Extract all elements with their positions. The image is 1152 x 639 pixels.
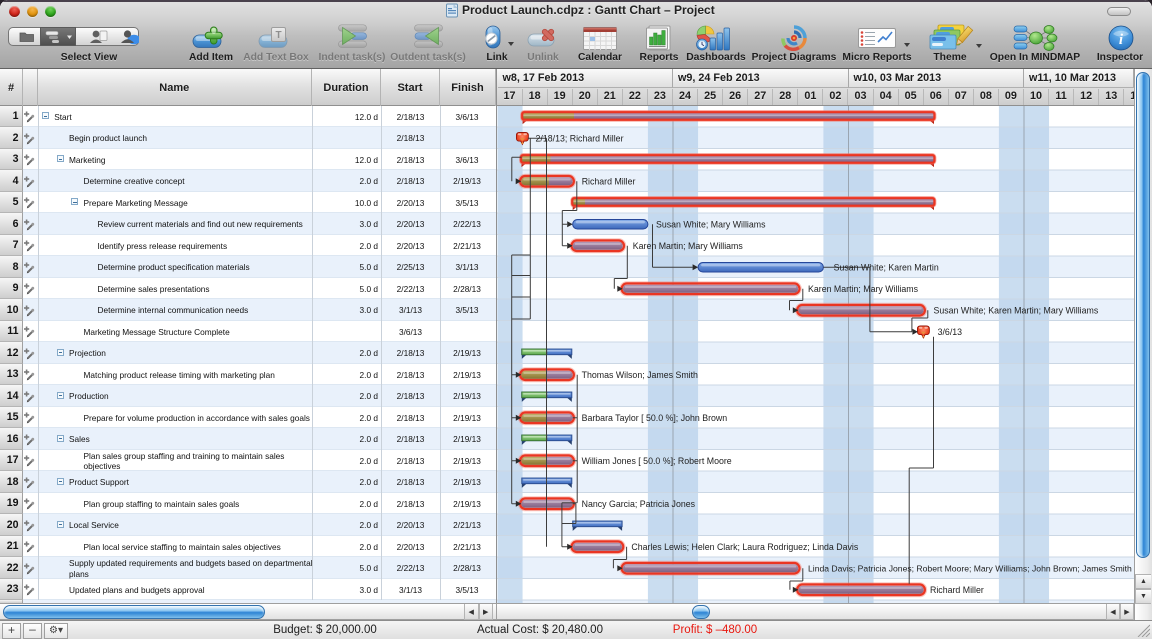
svg-text:Richard Miller: Richard Miller	[930, 584, 984, 594]
svg-text:William Jones [ 50.0 %]; Rober: William Jones [ 50.0 %]; Robert Moore	[582, 455, 732, 465]
svg-text:Nancy Garcia; Patricia Jones: Nancy Garcia; Patricia Jones	[582, 498, 696, 508]
svg-text:3/6/13: 3/6/13	[938, 326, 963, 336]
svg-text:2/18/13; Richard Miller: 2/18/13; Richard Miller	[536, 133, 624, 143]
svg-text:Susan White; Mary Williams: Susan White; Mary Williams	[656, 219, 766, 229]
svg-text:T: T	[275, 30, 281, 41]
svg-text:Karen Martin; Mary Williams: Karen Martin; Mary Williams	[633, 240, 744, 250]
svg-text:Linda Davis; Patricia Jones; R: Linda Davis; Patricia Jones; Robert Moor…	[808, 563, 1132, 573]
svg-text:Susan White; Karen Martin: Susan White; Karen Martin	[834, 262, 939, 272]
svg-text:Thomas Wilson; James Smith: Thomas Wilson; James Smith	[582, 369, 698, 379]
svg-text:Karen Martin; Mary Williams: Karen Martin; Mary Williams	[808, 283, 919, 293]
svg-text:Richard Miller: Richard Miller	[582, 176, 636, 186]
svg-text:Susan White; Karen Martin; Mar: Susan White; Karen Martin; Mary Williams	[934, 305, 1099, 315]
svg-text:Charles Lewis; Helen Clark; La: Charles Lewis; Helen Clark; Laura Rodrig…	[631, 541, 858, 551]
svg-text:Barbara Taylor [ 50.0 %]; John: Barbara Taylor [ 50.0 %]; John Brown	[582, 412, 728, 422]
